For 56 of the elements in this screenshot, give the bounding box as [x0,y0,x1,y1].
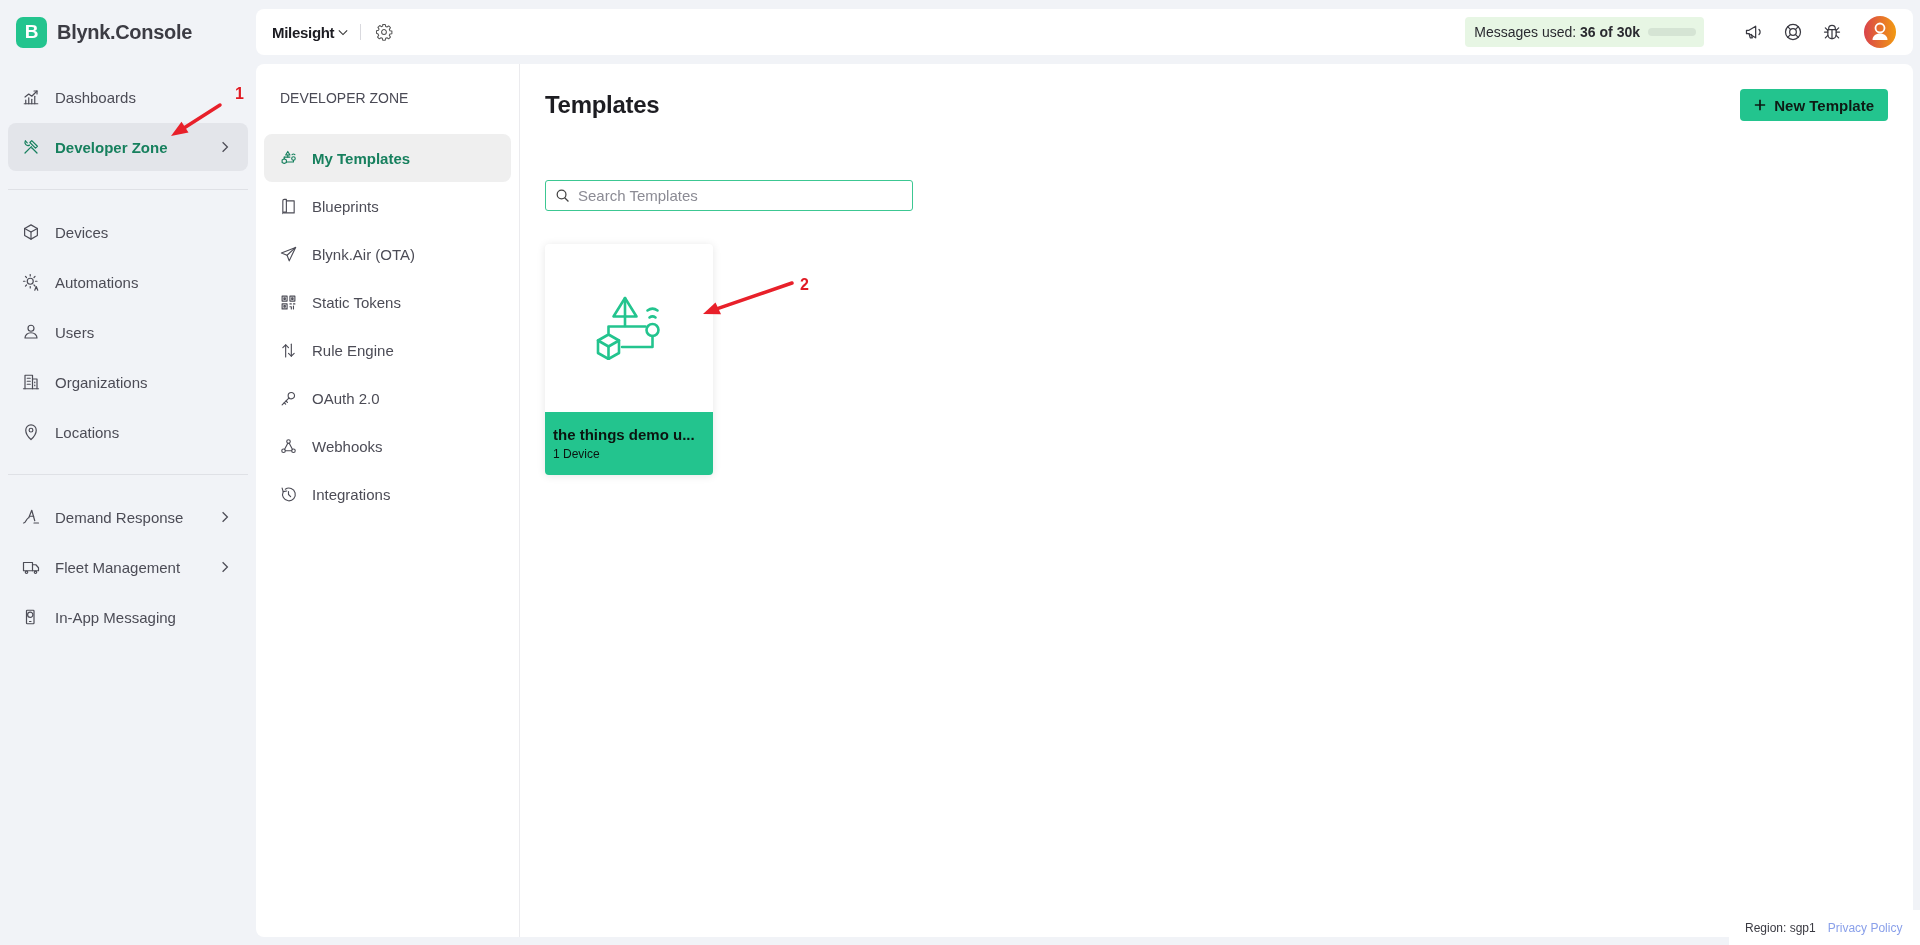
submenu-link[interactable]: Rule Engine [264,326,511,374]
sidebar-item[interactable]: Devices [8,208,123,256]
submenu-link[interactable]: Integrations [264,470,511,518]
sun-icon [22,273,40,291]
clock-arrow-icon [280,485,297,503]
submenu-link[interactable]: OAuth 2.0 [264,374,511,422]
avatar-icon[interactable] [1864,16,1896,48]
bar-chart-icon [22,88,40,106]
region-text: Region: sgp1 [1745,920,1816,935]
submenu-link[interactable]: Webhooks [264,422,511,470]
annotation-number: 2 [800,276,809,294]
sidebar-item[interactable]: Organizations [8,358,162,406]
device-count: 1 Device [553,447,601,461]
shapes-network-drawing [596,296,662,360]
annotation-number: 1 [235,85,244,103]
messages-used-text: Messages used: 36 of 30k [1474,24,1640,40]
swap-arrows-icon [280,341,297,359]
page-title: Templates [545,91,660,119]
template-card[interactable]: the things demo u... 1 Device [545,244,713,475]
webhook-icon [280,437,297,455]
sidebar-item[interactable]: Developer Zone [8,123,248,171]
submenu-link[interactable]: My Templates [264,134,511,182]
submenu-link[interactable]: Static Tokens [264,278,511,326]
sidebar-item[interactable]: Users [8,308,109,356]
template-name: the things demo u... [553,426,696,443]
shapes-icon [280,149,297,167]
search-field[interactable]: Search Templates [545,180,913,211]
tools-icon [22,138,40,156]
bug-icon[interactable] [1822,22,1842,42]
building-icon [22,373,40,391]
sidebar-item[interactable]: Demand Response [8,493,248,541]
app-name: Blynk.Console [57,20,193,44]
chevron-down-icon [338,28,349,36]
search-icon [555,188,570,203]
sidebar-item[interactable]: Fleet Management [8,543,248,591]
location-pin-icon [22,423,40,441]
paper-plane-icon [280,245,297,263]
submenu-link[interactable]: Blueprints [264,182,511,230]
sidebar-item[interactable]: Dashboards [8,73,150,121]
organization-dropdown[interactable]: Milesight [272,23,349,41]
user-icon [22,323,40,341]
key-icon [280,389,297,407]
sidebar-item[interactable]: Automations [8,258,153,306]
qr-code-icon [280,293,297,311]
sidebar-item[interactable]: Locations [8,408,134,456]
logo-tile: B [16,16,47,48]
book-icon [280,197,297,215]
plus-icon [1754,99,1767,111]
new-template-button[interactable]: New Template [1740,89,1888,121]
graph-icon [22,508,40,526]
submenu-link[interactable]: Blynk.Air (OTA) [264,230,511,278]
settings-icon[interactable] [375,23,394,41]
sidebar-item[interactable]: In-App Messaging [8,593,190,641]
section-heading: DEVELOPER ZONE [279,89,410,107]
lifebuoy-icon[interactable] [1783,22,1803,42]
cube-icon [22,223,40,241]
